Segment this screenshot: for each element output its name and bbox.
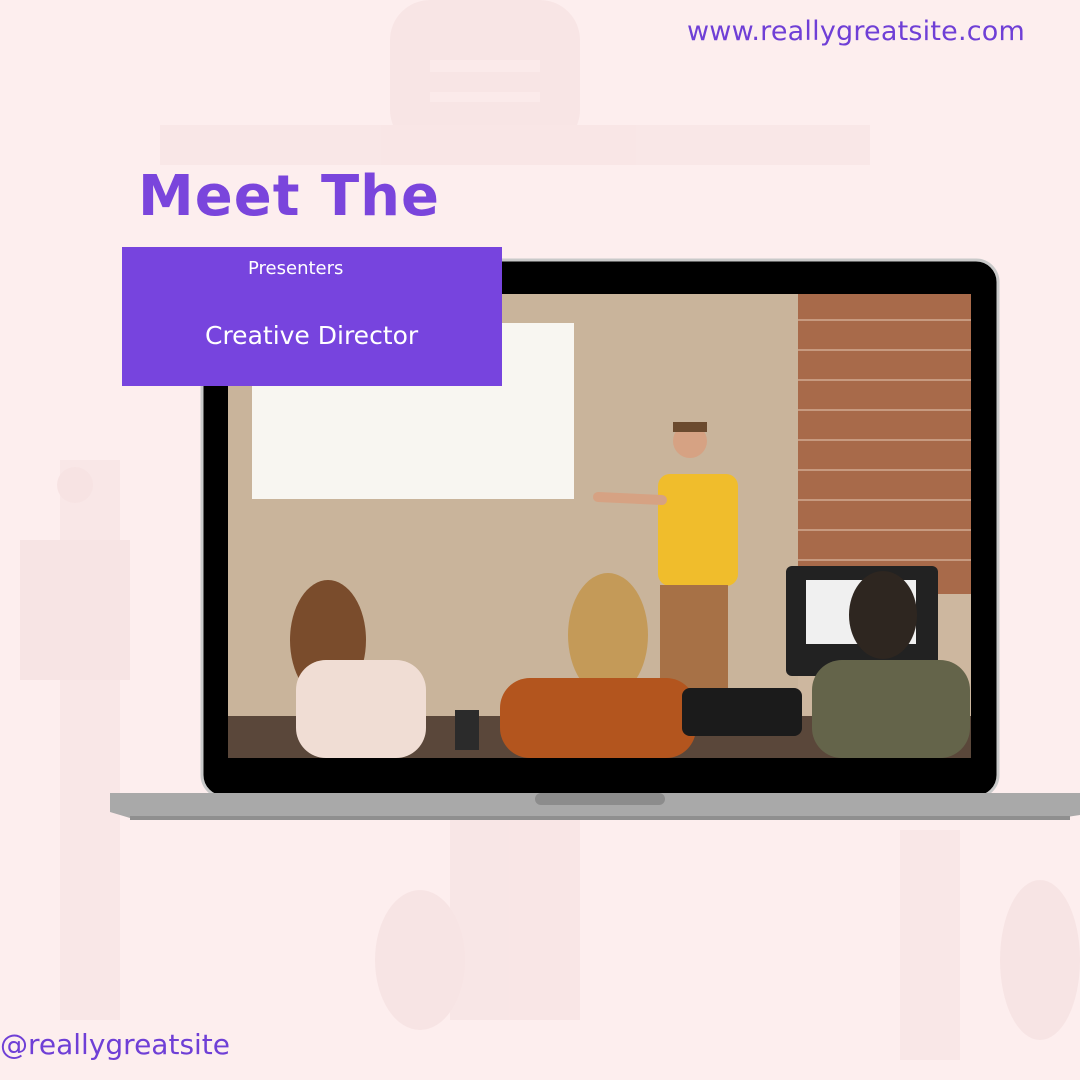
presenter-role: Creative Director (205, 321, 419, 350)
presenter-subtitle: Presenters (248, 258, 344, 279)
poster-canvas: www.reallygreatsite.com Meet The Present… (0, 0, 1080, 1080)
laptop-mockup (110, 258, 1080, 820)
social-handle[interactable]: @reallygreatsite (0, 1028, 230, 1061)
